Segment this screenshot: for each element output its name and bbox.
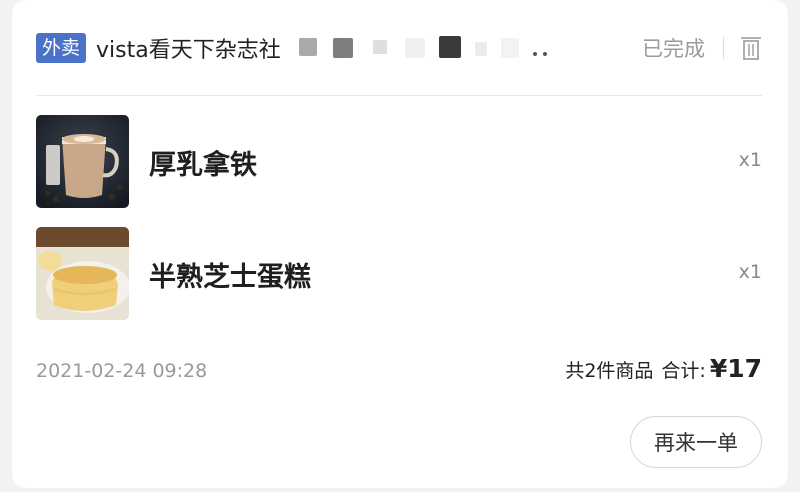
cheesecake-thumbnail bbox=[36, 227, 129, 320]
total-label: 合计: bbox=[661, 360, 706, 382]
redacted-text bbox=[289, 28, 569, 68]
order-time: 2021-02-24 09:28 bbox=[36, 360, 208, 382]
delivery-tag: 外卖 bbox=[36, 33, 87, 63]
order-header: 外卖 vista看天下杂志社 已完成 bbox=[36, 22, 762, 74]
item-quantity: x1 bbox=[738, 149, 762, 171]
item-name: 厚乳拿铁 bbox=[149, 150, 257, 181]
order-status: 已完成 bbox=[642, 37, 705, 61]
total-price: ¥17 bbox=[709, 354, 762, 383]
item-quantity: x1 bbox=[738, 261, 762, 283]
header-divider bbox=[36, 95, 762, 96]
order-summary: 共2件商品 合计: ¥17 bbox=[565, 354, 762, 383]
reorder-button[interactable]: 再来一单 bbox=[630, 416, 762, 468]
order-item[interactable]: 厚乳拿铁 x1 bbox=[36, 115, 762, 209]
item-name: 半熟芝士蛋糕 bbox=[149, 262, 311, 293]
header-separator bbox=[723, 37, 724, 59]
item-count: 共2件商品 bbox=[565, 360, 654, 382]
order-card[interactable]: 外卖 vista看天下杂志社 已完成 厚乳拿铁 x1 半熟芝士蛋糕 x1 202… bbox=[12, 0, 788, 488]
latte-thumbnail bbox=[36, 115, 129, 208]
shop-name[interactable]: vista看天下杂志社 bbox=[96, 32, 281, 64]
trash-icon[interactable] bbox=[740, 35, 762, 61]
order-item[interactable]: 半熟芝士蛋糕 x1 bbox=[36, 227, 762, 321]
